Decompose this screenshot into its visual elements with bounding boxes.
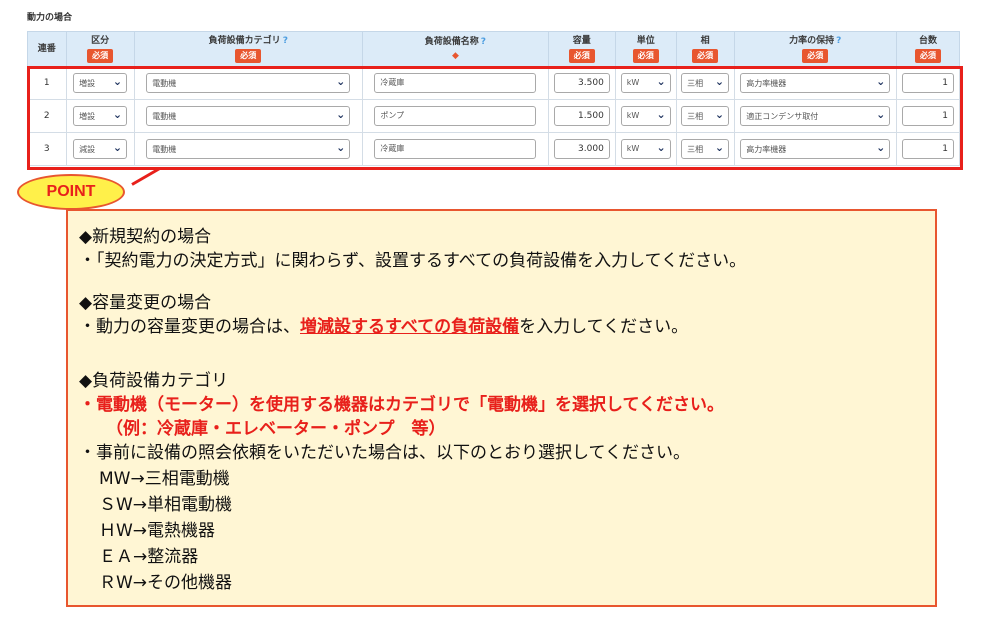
row-no: 1: [27, 66, 67, 100]
phase-select[interactable]: 三相 ⌄: [681, 73, 730, 93]
power-factor-select[interactable]: 高力率機器 ⌄: [740, 139, 891, 159]
section-title: 動力の場合: [27, 13, 73, 23]
header-phase: 相 必須: [675, 31, 735, 67]
count-input[interactable]: 1: [902, 73, 954, 93]
header-count: 台数 必須: [896, 31, 960, 67]
note-line: ・動力の容量変更の場合は、増減設するすべての負荷設備を入力してください。: [79, 317, 689, 337]
code-item: ＳW→単相電動機: [99, 495, 233, 515]
row-no: 3: [27, 132, 67, 166]
header-unit: 単位 必須: [614, 31, 677, 67]
point-note-box: ◆新規契約の場合 ・「契約電力の決定方式」に関わらず、設置するすべての負荷設備を…: [66, 209, 937, 607]
chevron-down-icon: ⌄: [876, 75, 886, 88]
required-badge: 必須: [87, 48, 114, 63]
pointer-line: [131, 167, 161, 186]
required-badge: 必須: [802, 48, 829, 63]
header-kubun: 区分 必須: [65, 31, 135, 67]
chevron-down-icon: ⌄: [112, 108, 123, 121]
chevron-down-icon: ⌄: [336, 141, 346, 154]
required-badge: 必須: [235, 48, 262, 63]
chevron-down-icon: ⌄: [112, 75, 123, 88]
table-row: 1 増設 ⌄ 電動機 ⌄ 冷蔵庫 3.500 kW ⌄ 三相 ⌄ 高力率機器 ⌄ 1: [27, 66, 960, 100]
count-input[interactable]: 1: [902, 106, 954, 126]
row-no: 2: [27, 99, 67, 133]
header-name: 負荷設備名称? ◆: [362, 31, 549, 67]
equipment-name-input[interactable]: 冷蔵庫: [374, 73, 537, 93]
note-heading-category: ◆負荷設備カテゴリ: [79, 371, 229, 391]
capacity-input[interactable]: 3.500: [553, 73, 610, 93]
chevron-down-icon: ⌄: [336, 108, 346, 121]
code-item: ＥＡ→整流器: [99, 547, 199, 567]
category-select[interactable]: 電動機 ⌄: [146, 139, 351, 159]
chevron-down-icon: ⌄: [112, 141, 123, 154]
note-line: ・事前に設備の照会依頼をいただいた場合は、以下のとおり選択してください。: [79, 443, 690, 463]
kubun-select[interactable]: 増設 ⌄: [73, 73, 128, 93]
code-item: ＨW→電熱機器: [99, 521, 216, 541]
point-bubble: POINT: [17, 174, 125, 210]
code-item: MW→三相電動機: [99, 469, 230, 489]
required-badge: 必須: [692, 48, 719, 63]
chevron-down-icon: ⌄: [714, 108, 725, 121]
table-header: 連番 区分 必須 負荷設備カテゴリ? 必須 負荷設備名称? ◆ 容量 必須 単位…: [27, 31, 960, 67]
chevron-down-icon: ⌄: [876, 141, 886, 154]
capacity-input[interactable]: 1.500: [553, 106, 610, 126]
equipment-name-input[interactable]: ポンプ: [374, 106, 537, 126]
chevron-down-icon: ⌄: [656, 75, 666, 88]
category-select[interactable]: 電動機 ⌄: [146, 73, 351, 93]
table-row: 3 減設 ⌄ 電動機 ⌄ 冷蔵庫 3.000 kW ⌄ 三相 ⌄ 高力率機器 ⌄ 1: [27, 132, 960, 166]
code-item: ＲW→その他機器: [99, 573, 233, 593]
category-select[interactable]: 電動機 ⌄: [146, 106, 351, 126]
required-badge: 必須: [568, 48, 595, 63]
kubun-select[interactable]: 減設 ⌄: [73, 139, 128, 159]
power-factor-select[interactable]: 高力率機器 ⌄: [740, 73, 891, 93]
power-factor-select[interactable]: 適正コンデンサ取付 ⌄: [740, 106, 891, 126]
load-equipment-table: 連番 区分 必須 負荷設備カテゴリ? 必須 負荷設備名称? ◆ 容量 必須 単位…: [27, 31, 960, 166]
chevron-down-icon: ⌄: [656, 108, 666, 121]
header-power-factor: 力率の保持? 必須: [733, 31, 898, 67]
chevron-down-icon: ⌄: [876, 108, 886, 121]
header-no: 連番: [27, 31, 67, 67]
unit-select[interactable]: kW ⌄: [620, 106, 671, 126]
count-input[interactable]: 1: [902, 139, 954, 159]
header-capacity: 容量 必須: [547, 31, 616, 67]
required-badge: 必須: [632, 48, 659, 63]
note-example: （例：冷蔵庫・エレベーター・ポンプ 等）: [106, 419, 446, 439]
emphasis-text: 増減設するすべての負荷設備: [300, 317, 520, 337]
kubun-select[interactable]: 増設 ⌄: [73, 106, 128, 126]
diamond-icon: ◆: [451, 51, 459, 61]
phase-select[interactable]: 三相 ⌄: [681, 106, 730, 126]
table-row: 2 増設 ⌄ 電動機 ⌄ ポンプ 1.500 kW ⌄ 三相 ⌄ 適正コンデンサ取付 ⌄ …: [27, 99, 960, 133]
help-icon[interactable]: ?: [283, 36, 288, 46]
chevron-down-icon: ⌄: [714, 75, 725, 88]
note-line: ・「契約電力の決定方式」に関わらず、設置するすべての負荷設備を入力してください。: [79, 251, 747, 271]
help-icon[interactable]: ?: [481, 37, 486, 47]
note-line-emphasis: ・電動機（モーター）を使用する機器はカテゴリで「電動機」を選択してください。: [79, 395, 724, 415]
header-category: 負荷設備カテゴリ? 必須: [133, 31, 364, 67]
note-heading-capacity-change: ◆容量変更の場合: [79, 293, 212, 313]
chevron-down-icon: ⌄: [714, 141, 725, 154]
chevron-down-icon: ⌄: [656, 141, 666, 154]
help-icon[interactable]: ?: [836, 36, 841, 46]
note-heading-new-contract: ◆新規契約の場合: [79, 227, 212, 247]
phase-select[interactable]: 三相 ⌄: [681, 139, 730, 159]
chevron-down-icon: ⌄: [336, 75, 346, 88]
equipment-name-input[interactable]: 冷蔵庫: [374, 139, 537, 159]
required-badge: 必須: [915, 48, 941, 63]
capacity-input[interactable]: 3.000: [553, 139, 610, 159]
unit-select[interactable]: kW ⌄: [620, 139, 671, 159]
unit-select[interactable]: kW ⌄: [620, 73, 671, 93]
